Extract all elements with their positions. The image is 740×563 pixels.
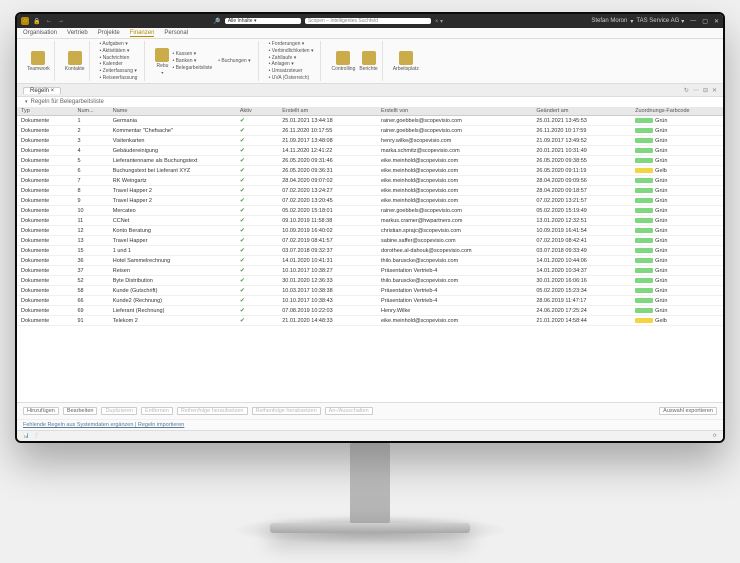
- footer-btn-3[interactable]: Entfernen: [141, 407, 173, 415]
- close-icon[interactable]: ✕: [714, 18, 719, 25]
- export-button[interactable]: Auswahl exportieren: [659, 407, 717, 415]
- company-label[interactable]: TAS Service AG: [636, 18, 679, 24]
- ribbon-teamwork[interactable]: Teamwork: [27, 51, 50, 72]
- ribbon-item[interactable]: • Forderungen ▾: [269, 41, 314, 47]
- home-icon[interactable]: ⌂: [21, 17, 29, 25]
- table-row[interactable]: Dokumente69Lieferant (Rechnung)✔07.08.20…: [17, 306, 723, 316]
- menu-organisation[interactable]: Organisation: [23, 30, 57, 36]
- ribbon-item[interactable]: • Buchungen ▾: [218, 58, 250, 64]
- search-input[interactable]: Scopen – Intelligentes Suchfeld: [305, 18, 431, 24]
- column-header[interactable]: Name: [109, 107, 236, 116]
- table-row[interactable]: Dokumente3Visitenkarten✔21.09.2017 13:48…: [17, 136, 723, 146]
- table-row[interactable]: Dokumente13Travel Happer✔07.02.2019 08:4…: [17, 236, 723, 246]
- ribbon-controlling[interactable]: Controlling: [331, 41, 355, 81]
- section-header[interactable]: Regeln für Belegarbeitsliste: [17, 97, 723, 107]
- menubar: Organisation Vertrieb Projekte Finanzen Pers…: [17, 28, 723, 39]
- ribbon-item[interactable]: • Verbindlichkeiten ▾: [269, 48, 314, 54]
- titlebar: ⌂ 🔒 ← → 🔎 Alle Inhalte ▾ Scopen – Intell…: [17, 14, 723, 28]
- dots-icon[interactable]: ⋯: [693, 87, 699, 94]
- lock-icon[interactable]: 🔒: [33, 17, 41, 25]
- footer-toolbar: Hinzufügen BearbeitenDuplizieren Entfernen…: [17, 402, 723, 419]
- table-row[interactable]: Dokumente10Mercateo✔05.02.2020 15:18:01r…: [17, 206, 723, 216]
- ribbon-item[interactable]: • Belegarbeitsliste: [172, 65, 212, 71]
- table-row[interactable]: Dokumente37Reisen✔10.10.2017 10:38:27Prä…: [17, 266, 723, 276]
- ribbon-item[interactable]: • Anlagen ▾: [269, 61, 314, 67]
- rules-table: TypNum...NameAktivErstellt amErstellt vo…: [17, 107, 723, 402]
- ribbon-item[interactable]: • Kalender: [100, 61, 138, 67]
- ribbon-item[interactable]: • Banken ▾: [172, 58, 212, 64]
- table-row[interactable]: Dokumente9Travel Happer 2✔07.02.2020 13:…: [17, 196, 723, 206]
- footer-btn-5[interactable]: Reihenfolge herabsetzen: [252, 407, 321, 415]
- menu-personal[interactable]: Personal: [164, 30, 188, 36]
- table-row[interactable]: Dokumente36Hotel Sammelrechnung✔14.01.20…: [17, 256, 723, 266]
- back-icon[interactable]: ←: [45, 17, 53, 25]
- ribbon-rebu[interactable]: Rebu▾: [155, 48, 169, 75]
- close-tab-icon[interactable]: ✕: [712, 87, 717, 94]
- column-header[interactable]: Num...: [73, 107, 108, 116]
- footer-btn-4[interactable]: Reihenfolge heraufsetzen: [177, 407, 248, 415]
- menu-finanzen[interactable]: Finanzen: [130, 30, 155, 37]
- table-row[interactable]: Dokumente52Byte Distribution✔30.01.2020 …: [17, 276, 723, 286]
- refresh-icon[interactable]: ↻: [684, 87, 689, 94]
- ribbon-item[interactable]: • Reiseerfassung: [100, 75, 138, 81]
- tab-regeln[interactable]: Regeln ×: [23, 87, 61, 94]
- sync-icon: ⟳: [713, 433, 717, 439]
- table-row[interactable]: Dokumente8Travel Happer 2✔07.02.2020 13:…: [17, 186, 723, 196]
- minimize-icon[interactable]: —: [690, 18, 696, 25]
- tabstrip: Regeln × ↻ ⋯ ⊟ ✕: [17, 84, 723, 97]
- ribbon-item[interactable]: • Aufgaben ▾: [100, 41, 138, 47]
- table-row[interactable]: Dokumente6Buchungstext bei Lieferant XYZ…: [17, 166, 723, 176]
- table-row[interactable]: Dokumente4Gebäudereinigung✔14.11.2020 12…: [17, 146, 723, 156]
- chart-icon[interactable]: 📊: [23, 433, 29, 439]
- table-row[interactable]: Dokumente151 und 1✔03.07.2018 09:32:37do…: [17, 246, 723, 256]
- table-row[interactable]: Dokumente1Germania✔25.01.2021 13:44:18ra…: [17, 116, 723, 126]
- column-header[interactable]: Erstellt von: [377, 107, 532, 116]
- table-row[interactable]: Dokumente66Kunde2 (Rechnung)✔10.10.2017 …: [17, 296, 723, 306]
- table-row[interactable]: Dokumente2Kommentar "Chefsache"✔26.11.20…: [17, 126, 723, 136]
- maximize-icon[interactable]: ▢: [702, 18, 708, 25]
- ribbon-berichte[interactable]: Berichte: [359, 41, 377, 81]
- user-label[interactable]: Stefan Moron: [591, 18, 627, 24]
- ribbon-item[interactable]: • Aktivitäten ▾: [100, 48, 138, 54]
- column-header[interactable]: Aktiv: [236, 107, 278, 116]
- table-row[interactable]: Dokumente5Lieferantenname als Buchungste…: [17, 156, 723, 166]
- table-row[interactable]: Dokumente58Kunde (Gutschrift)✔10.03.2017…: [17, 286, 723, 296]
- search-icon: 🔎: [213, 18, 220, 25]
- forward-icon[interactable]: →: [57, 17, 65, 25]
- collapse-icon[interactable]: ⊟: [703, 87, 708, 94]
- footer-btn-6[interactable]: An-/Ausschalten: [325, 407, 373, 415]
- column-header[interactable]: Erstellt am: [278, 107, 377, 116]
- ribbon-kontakte[interactable]: Kontakte: [65, 51, 85, 72]
- menu-projekte[interactable]: Projekte: [98, 30, 120, 36]
- statusbar: 📊 ❔ ⟳: [17, 430, 723, 441]
- column-header[interactable]: Geändert am: [532, 107, 631, 116]
- table-row[interactable]: Dokumente7RK Weingartz✔28.04.2020 09:07:…: [17, 176, 723, 186]
- ribbon: Teamwork Kontakte • Aufgaben ▾• Aktivitä…: [17, 39, 723, 84]
- table-row[interactable]: Dokumente11CCNet✔09.10.2019 11:58:38mark…: [17, 216, 723, 226]
- ribbon-item[interactable]: • Umsatzsteuer: [269, 68, 314, 74]
- search-scope[interactable]: Alle Inhalte ▾: [225, 18, 301, 24]
- table-row[interactable]: Dokumente91Telekom 2✔21.01.2020 14:48:33…: [17, 316, 723, 326]
- info-icon[interactable]: ❔: [33, 433, 39, 439]
- footer-links[interactable]: Fehlende Regeln aus Systemdaten ergänzen…: [17, 419, 723, 430]
- column-header[interactable]: Typ: [17, 107, 73, 116]
- footer-btn-0[interactable]: Hinzufügen: [23, 407, 59, 415]
- menu-vertrieb[interactable]: Vertrieb: [67, 30, 88, 36]
- ribbon-item[interactable]: • Zeiterfassung ▾: [100, 68, 138, 74]
- footer-btn-2[interactable]: Duplizieren: [101, 407, 137, 415]
- footer-btn-1[interactable]: Bearbeiten: [63, 407, 98, 415]
- ribbon-item[interactable]: • Kassen ▾: [172, 51, 212, 57]
- column-header[interactable]: Zuordnungs-Farbcode: [631, 107, 723, 116]
- table-row[interactable]: Dokumente12Konto Beratung✔10.09.2019 16:…: [17, 226, 723, 236]
- ribbon-item[interactable]: • UVA (Österreich): [269, 75, 314, 81]
- ribbon-arbeitsplatz[interactable]: Arbeitsplatz: [393, 51, 419, 72]
